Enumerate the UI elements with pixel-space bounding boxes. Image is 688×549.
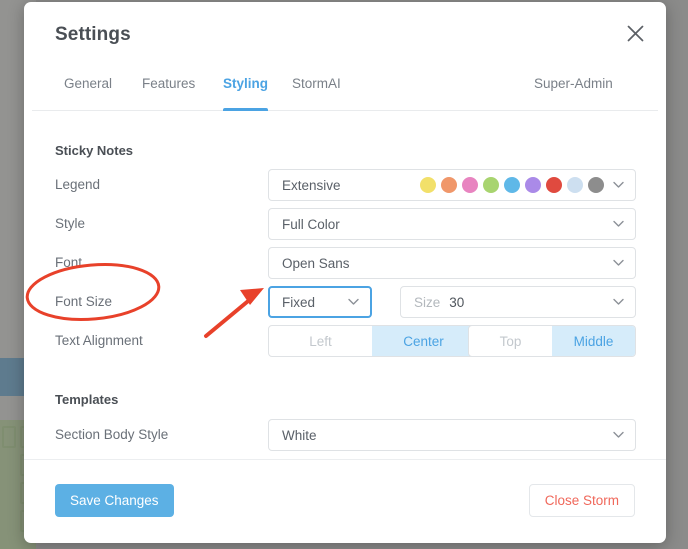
tab-general[interactable]: General [64, 72, 112, 111]
role-label: Super-Admin [534, 76, 613, 91]
label-font-size: Font Size [55, 294, 113, 309]
close-icon[interactable] [621, 19, 649, 47]
legend-swatch-2 [462, 177, 478, 193]
font-select[interactable]: Open Sans [268, 247, 636, 279]
style-select[interactable]: Full Color [268, 208, 636, 240]
font-size-value: 30 [449, 294, 465, 310]
tab-styling[interactable]: Styling [223, 72, 269, 111]
settings-tabs: General Features Styling StormAI Super-A… [32, 72, 658, 111]
section-body-style-select[interactable]: White [268, 419, 636, 451]
chevron-down-icon [613, 220, 624, 228]
close-storm-button[interactable]: Close Storm [528, 484, 635, 517]
label-legend: Legend [55, 177, 101, 192]
modal-footer: Save Changes Close Storm [24, 459, 666, 543]
settings-modal: Settings General Features Styling StormA… [24, 2, 666, 543]
legend-swatch-5 [525, 177, 541, 193]
section-body-style-value: White [282, 427, 317, 443]
section-title-templates: Templates [55, 392, 119, 407]
align-left-button[interactable]: Left [269, 326, 372, 356]
align-center-button[interactable]: Center [372, 326, 475, 356]
chevron-down-icon [613, 181, 624, 189]
align-top-button[interactable]: Top [469, 326, 552, 356]
legend-select[interactable]: Extensive [268, 169, 636, 201]
legend-color-swatches [420, 177, 604, 193]
chevron-down-icon [348, 298, 359, 306]
style-value: Full Color [282, 216, 340, 232]
label-section-body-style: Section Body Style [55, 427, 169, 442]
chevron-down-icon [613, 259, 624, 267]
text-alignment-horizontal-group: Left Center [268, 325, 476, 357]
legend-swatch-3 [483, 177, 499, 193]
font-size-input-label: Size [414, 294, 441, 310]
modal-body: Sticky Notes Legend Extensive Style Full… [24, 111, 666, 459]
modal-header: Settings [24, 2, 666, 72]
chevron-down-icon [613, 431, 624, 439]
font-size-mode-select[interactable]: Fixed [268, 286, 372, 318]
legend-swatch-1 [441, 177, 457, 193]
section-title-sticky-notes: Sticky Notes [55, 143, 134, 158]
tab-stormai[interactable]: StormAI [292, 72, 341, 111]
tab-features[interactable]: Features [142, 72, 195, 111]
font-value: Open Sans [282, 255, 350, 271]
page-title: Settings [55, 24, 131, 45]
label-font: Font [55, 255, 83, 270]
font-size-value-input[interactable]: Size 30 [400, 286, 636, 318]
text-alignment-vertical-group: Top Middle [468, 325, 636, 357]
legend-swatch-8 [588, 177, 604, 193]
legend-swatch-0 [420, 177, 436, 193]
label-text-alignment: Text Alignment [55, 333, 143, 348]
align-middle-button[interactable]: Middle [552, 326, 635, 356]
font-size-mode-value: Fixed [282, 294, 316, 310]
chevron-down-icon [613, 298, 624, 306]
save-changes-button[interactable]: Save Changes [55, 484, 174, 517]
label-style: Style [55, 216, 86, 231]
legend-value: Extensive [282, 177, 341, 193]
legend-swatch-7 [567, 177, 583, 193]
legend-swatch-4 [504, 177, 520, 193]
legend-swatch-6 [546, 177, 562, 193]
